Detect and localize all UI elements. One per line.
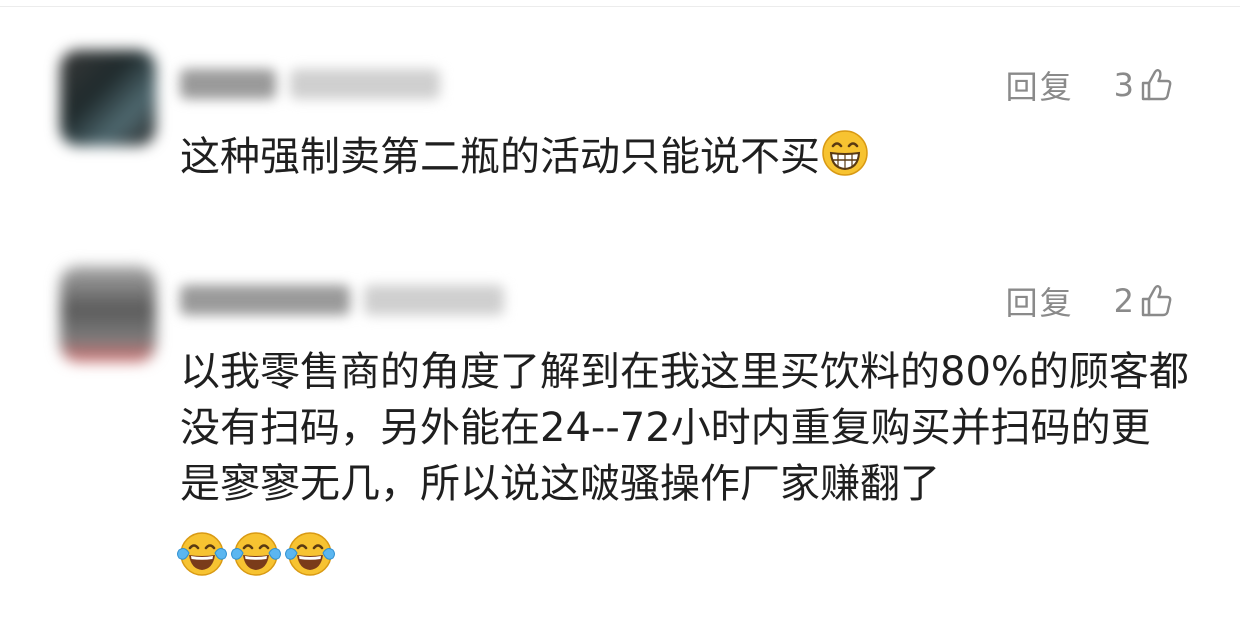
like-button[interactable]: 3	[1114, 66, 1174, 104]
like-count: 3	[1113, 66, 1134, 104]
reply-button[interactable]: 回复	[1006, 62, 1074, 108]
thumbs-up-icon	[1138, 283, 1174, 319]
tears-of-joy-emoji-icon	[176, 528, 228, 580]
grinning-face-emoji-icon	[820, 128, 870, 178]
comment-text: 这种强制卖第二瓶的活动只能说不买	[180, 128, 1190, 185]
username-blurred[interactable]	[180, 282, 504, 318]
comment-actions: 回复 2	[1006, 278, 1174, 324]
reply-button[interactable]: 回复	[1006, 278, 1074, 324]
avatar[interactable]	[60, 266, 156, 362]
username-part	[180, 285, 350, 315]
username-blurred[interactable]	[180, 66, 440, 102]
username-meta-part	[290, 69, 440, 99]
like-count: 2	[1113, 282, 1134, 320]
like-button[interactable]: 2	[1114, 282, 1174, 320]
emoji-row	[176, 528, 336, 580]
username-meta-part	[364, 285, 504, 315]
username-part	[180, 69, 276, 99]
thumbs-up-icon	[1138, 67, 1174, 103]
tears-of-joy-emoji-icon	[284, 528, 336, 580]
top-divider	[0, 6, 1240, 7]
avatar[interactable]	[60, 50, 156, 146]
comment-body: 这种强制卖第二瓶的活动只能说不买	[180, 134, 820, 180]
comment-actions: 回复 3	[1006, 62, 1174, 108]
tears-of-joy-emoji-icon	[230, 528, 282, 580]
comment-body: 以我零售商的角度了解到在我这里买饮料的80%的顾客都没有扫码，另外能在24--7…	[180, 349, 1189, 507]
comment-text: 以我零售商的角度了解到在我这里买饮料的80%的顾客都没有扫码，另外能在24--7…	[180, 344, 1190, 512]
